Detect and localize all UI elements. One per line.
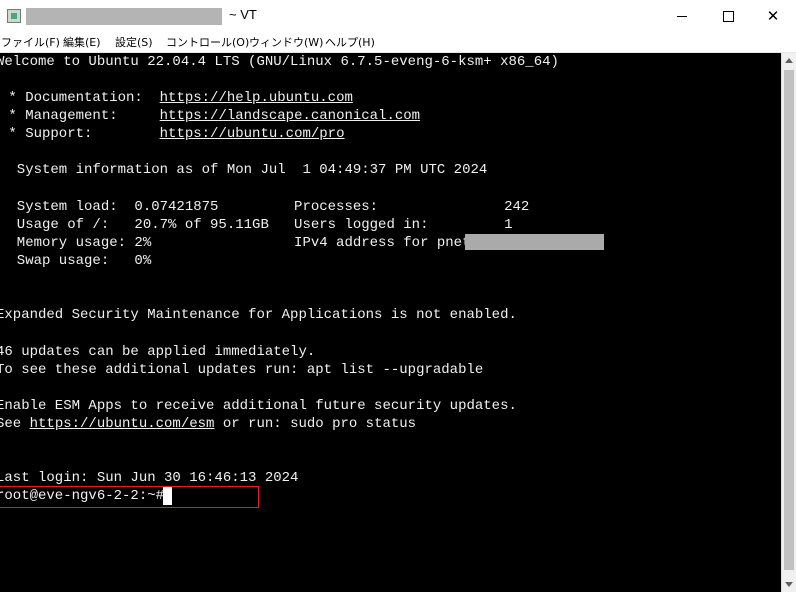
app-icon[interactable] [7, 9, 21, 23]
updates-line-1: 46 updates can be applied immediately. [0, 344, 316, 360]
stat-line-3: Memory usage: 2% IPv4 address for pnet0: [0, 235, 496, 251]
scroll-thumb[interactable] [784, 70, 794, 570]
scroll-up-button[interactable] [782, 53, 796, 68]
menu-file[interactable]: ファイル(F) [1, 34, 60, 50]
updates-line-2: To see these additional updates run: apt… [0, 362, 484, 378]
support-label: * Support: [0, 126, 160, 142]
stat-line-2: Usage of /: 20.7% of 95.11GB Users logge… [0, 217, 513, 233]
menu-bar: ファイル(F) 編集(E) 設定(S) コントロール(O) ウィンドウ(W) ヘ… [0, 32, 796, 53]
sysinfo-line: System information as of Mon Jul 1 04:49… [0, 162, 488, 178]
stat-line-4: Swap usage: 0% [0, 253, 152, 269]
menu-window[interactable]: ウィンドウ(W) [249, 34, 323, 50]
close-icon: ✕ [766, 7, 780, 25]
esm-line-3: See https://ubuntu.com/esm or run: sudo … [0, 415, 416, 433]
minimize-icon [677, 15, 687, 17]
title-bar[interactable]: ~ VT ✕ [0, 0, 796, 32]
mgmt-label: * Management: [0, 108, 160, 124]
esm-line-1: Expanded Security Maintenance for Applic… [0, 307, 517, 323]
menu-help[interactable]: ヘルプ(H) [325, 34, 375, 50]
esm-see-label: See [0, 416, 22, 432]
menu-settings[interactable]: 設定(S) [115, 34, 153, 50]
maximize-icon [722, 10, 734, 22]
welcome-line: Welcome to Ubuntu 22.04.4 LTS (GNU/Linux… [0, 54, 559, 70]
doc-link[interactable]: https://help.ubuntu.com [160, 90, 353, 106]
terminal-area[interactable]: Welcome to Ubuntu 22.04.4 LTS (GNU/Linux… [0, 53, 781, 592]
arrow-up-icon [785, 58, 793, 63]
mgmt-link[interactable]: https://landscape.canonical.com [160, 108, 420, 124]
doc-line: * Documentation: https://help.ubuntu.com [0, 89, 353, 107]
esm-link[interactable]: https://ubuntu.com/esm [30, 416, 215, 432]
esm-line-2: Enable ESM Apps to receive additional fu… [0, 398, 517, 414]
close-button[interactable]: ✕ [750, 0, 796, 32]
menu-control[interactable]: コントロール(O) [166, 34, 249, 50]
support-link[interactable]: https://ubuntu.com/pro [160, 126, 345, 142]
redacted-title [26, 8, 222, 25]
menu-edit[interactable]: 編集(E) [63, 34, 101, 50]
maximize-button[interactable] [705, 0, 751, 32]
esm-run-label: or run: sudo pro status [214, 416, 417, 432]
window-title: ~ VT [229, 7, 257, 22]
arrow-down-icon [785, 582, 793, 587]
redacted-ip [465, 234, 604, 250]
doc-label: * Documentation: [0, 90, 160, 106]
scroll-down-button[interactable] [782, 577, 796, 592]
vertical-scrollbar[interactable] [781, 53, 796, 592]
mouse-pointer-icon [206, 0, 218, 6]
support-line: * Support: https://ubuntu.com/pro [0, 125, 344, 143]
minimize-button[interactable] [659, 0, 705, 32]
last-login-line: Last login: Sun Jun 30 16:46:13 2024 [0, 470, 299, 486]
stat-line-1: System load: 0.07421875 Processes: 242 [0, 199, 530, 215]
mgmt-line: * Management: https://landscape.canonica… [0, 107, 420, 125]
highlight-box [0, 486, 259, 508]
